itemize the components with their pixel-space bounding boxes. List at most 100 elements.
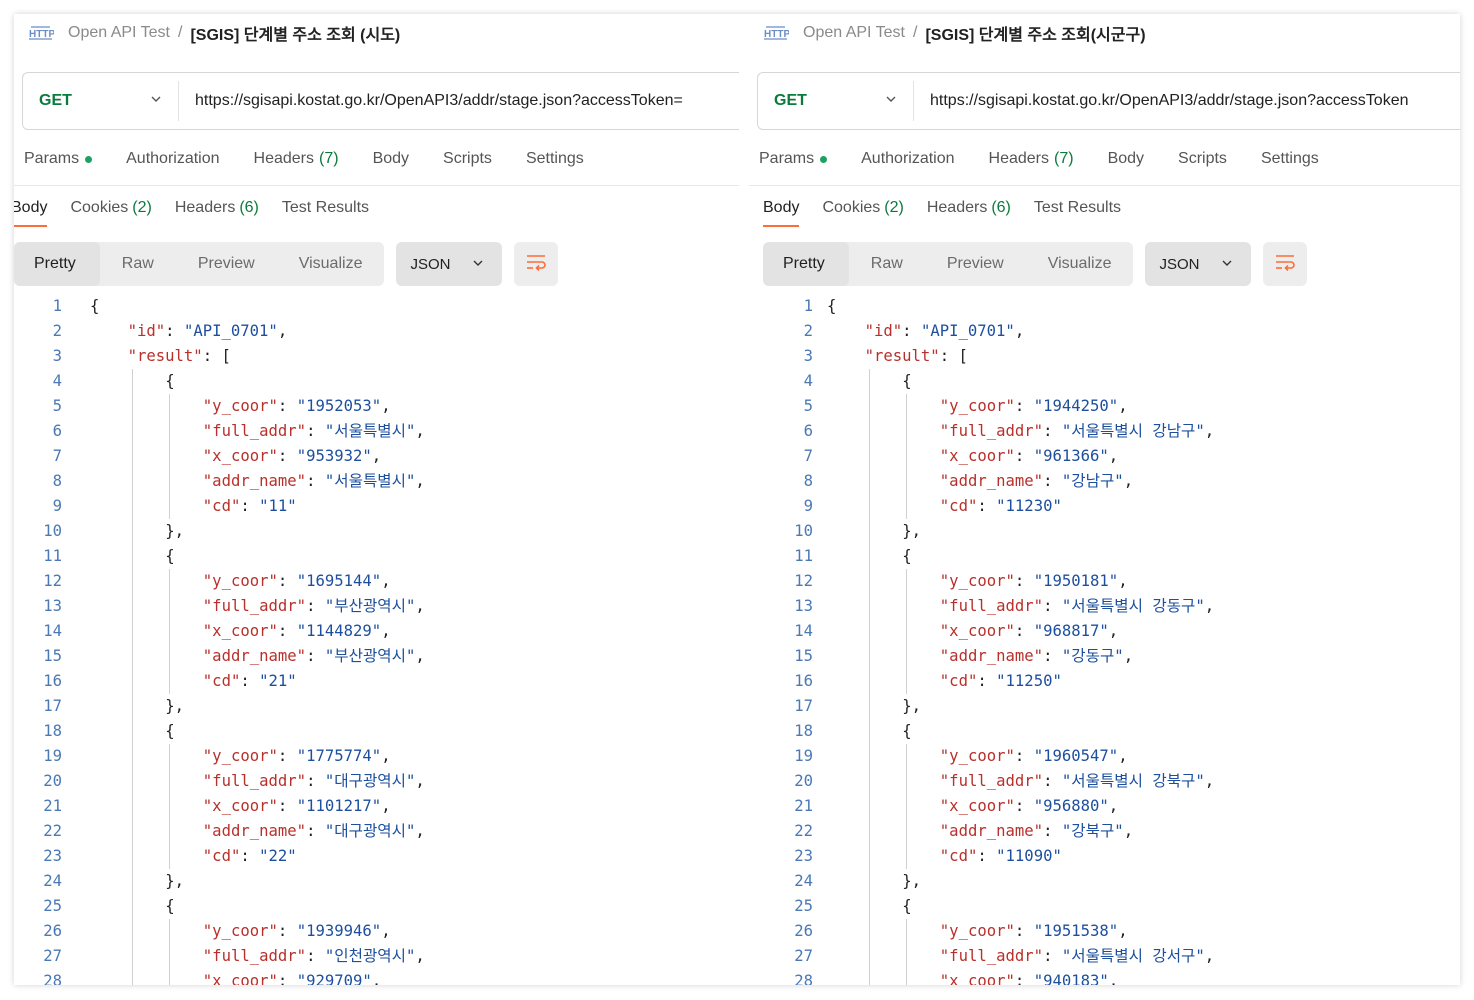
indent-guide — [169, 819, 171, 844]
json-punctuation: : — [306, 472, 325, 490]
indent-guide — [169, 794, 171, 819]
tab-settings[interactable]: Settings — [1261, 150, 1319, 168]
tab-authorization[interactable]: Authorization — [861, 150, 954, 168]
request-tabs: Params Authorization Headers (7) Body Scr… — [759, 150, 1353, 168]
breadcrumb-collection[interactable]: Open API Test — [803, 24, 905, 42]
code-line: 13 "full_addr": "서울특별시 강동구", — [749, 594, 1460, 619]
breadcrumb-collection[interactable]: Open API Test — [68, 24, 170, 42]
line-number: 12 — [43, 572, 62, 590]
indent-guide — [906, 619, 908, 644]
tab-settings[interactable]: Settings — [526, 150, 584, 168]
view-pretty[interactable]: Pretty — [14, 242, 100, 286]
chevron-down-icon — [1221, 256, 1233, 273]
view-raw[interactable]: Raw — [849, 242, 925, 286]
tab-params[interactable]: Params — [759, 150, 828, 168]
json-punctuation: , — [1123, 647, 1134, 665]
indent-guide — [131, 419, 133, 444]
view-preview[interactable]: Preview — [176, 242, 277, 286]
screenshot-frame: HTTP Open API Test / [SGIS] 단계별 주소 조회 (시… — [14, 14, 1460, 985]
view-pretty[interactable]: Pretty — [763, 242, 849, 286]
indent-guide — [868, 894, 870, 919]
indent-guide — [169, 419, 171, 444]
wrap-lines-button[interactable] — [514, 242, 559, 286]
code-line: 3 "result": [ — [14, 344, 739, 369]
url-bar: GET https://sgisapi.kostat.go.kr/OpenAPI… — [22, 72, 739, 130]
view-toolbar: Pretty Raw Preview Visualize JSON — [14, 242, 559, 286]
json-punctuation: : — [1014, 797, 1034, 815]
indent-guide — [868, 569, 870, 594]
tab-scripts[interactable]: Scripts — [1178, 150, 1227, 168]
view-raw[interactable]: Raw — [100, 242, 176, 286]
json-key: "y_coor" — [202, 397, 278, 415]
code-text: "result": [ — [865, 344, 968, 369]
code-line: 10}, — [749, 519, 1460, 544]
url-input[interactable]: https://sgisapi.kostat.go.kr/OpenAPI3/ad… — [179, 92, 739, 110]
tab-body[interactable]: Body — [1108, 150, 1144, 168]
json-punctuation: { — [827, 297, 837, 315]
response-body-code[interactable]: 1{2 "id": "API_0701", 3 "result": [4{5 "y_co… — [749, 294, 1460, 985]
json-punctuation: , — [381, 747, 391, 765]
line-number: 15 — [43, 647, 62, 665]
line-number: 11 — [794, 547, 813, 565]
tab-headers[interactable]: Headers (7) — [989, 150, 1074, 168]
method-select[interactable]: GET — [23, 81, 179, 121]
svg-text:HTTP: HTTP — [29, 29, 54, 40]
code-line: 25 { — [14, 894, 739, 919]
code-text: "y_coor": "1950181", — [940, 569, 1128, 594]
response-tab-test-results[interactable]: Test Results — [282, 199, 369, 227]
url-input[interactable]: https://sgisapi.kostat.go.kr/OpenAPI3/ad… — [914, 92, 1460, 110]
response-tab-test-results[interactable]: Test Results — [1034, 199, 1121, 227]
view-visualize[interactable]: Visualize — [1026, 242, 1134, 286]
indent-guide — [906, 794, 908, 819]
method-select[interactable]: GET — [758, 81, 914, 121]
indent-guide — [169, 494, 171, 519]
response-tab-headers[interactable]: Headers (6) — [927, 199, 1011, 227]
tab-scripts[interactable]: Scripts — [443, 150, 492, 168]
view-preview[interactable]: Preview — [925, 242, 1026, 286]
code-text: "cd": "22" — [203, 844, 297, 869]
format-label: JSON — [1159, 255, 1200, 273]
breadcrumb-request-name[interactable]: [SGIS] 단계별 주소 조회 (시도) — [190, 21, 400, 45]
response-tab-cookies[interactable]: Cookies (2) — [70, 199, 151, 227]
json-string-value: "서울특별시 강남구" — [1061, 422, 1205, 440]
indent-guide — [906, 569, 908, 594]
code-line: 4{ — [749, 369, 1460, 394]
breadcrumb-request-name[interactable]: [SGIS] 단계별 주소 조회(시군구) — [925, 21, 1145, 45]
line-number: 22 — [43, 822, 62, 840]
json-punctuation: : — [277, 972, 297, 985]
wrap-lines-button[interactable] — [1263, 242, 1308, 286]
json-punctuation: , — [1123, 472, 1134, 490]
line-number: 4 — [52, 372, 62, 390]
tab-headers[interactable]: Headers (7) — [254, 150, 339, 168]
indent-guide — [868, 494, 870, 519]
json-punctuation: : — [277, 572, 297, 590]
format-select[interactable]: JSON — [396, 242, 503, 286]
line-number: 28 — [794, 972, 813, 985]
json-string-value: "대구광역시" — [324, 822, 416, 840]
code-text: "addr_name": "부산광역시", — [203, 644, 425, 669]
response-tab-body[interactable]: Body — [14, 199, 48, 227]
response-tab-cookies[interactable]: Cookies (2) — [822, 199, 903, 227]
response-tab-body[interactable]: Body — [763, 199, 800, 227]
tab-params[interactable]: Params — [24, 150, 93, 168]
view-mode-switch: Pretty Raw Preview Visualize — [763, 242, 1134, 286]
code-text: "x_coor": "940183", — [940, 969, 1118, 985]
response-tab-headers[interactable]: Headers (6) — [175, 199, 259, 227]
json-string-value: "961366" — [1033, 447, 1109, 465]
code-line: 8 "addr_name": "강남구", — [749, 469, 1460, 494]
line-number: 27 — [794, 947, 813, 965]
json-punctuation: : — [1043, 772, 1062, 790]
tab-authorization[interactable]: Authorization — [126, 150, 219, 168]
response-body-code[interactable]: 1{2 "id": "API_0701", 3 "result": [4{5 "y_co… — [14, 294, 739, 985]
json-punctuation: , — [1014, 322, 1025, 340]
format-select[interactable]: JSON — [1145, 242, 1252, 286]
indent-guide — [868, 719, 870, 744]
code-text: "x_coor": "956880", — [940, 794, 1118, 819]
code-text: "y_coor": "1960547", — [940, 744, 1128, 769]
line-number: 6 — [52, 422, 62, 440]
view-visualize[interactable]: Visualize — [277, 242, 385, 286]
json-punctuation: , — [1204, 772, 1215, 790]
line-number: 14 — [794, 622, 813, 640]
tab-body[interactable]: Body — [373, 150, 409, 168]
code-line: 9 "cd": "11230" — [749, 494, 1460, 519]
